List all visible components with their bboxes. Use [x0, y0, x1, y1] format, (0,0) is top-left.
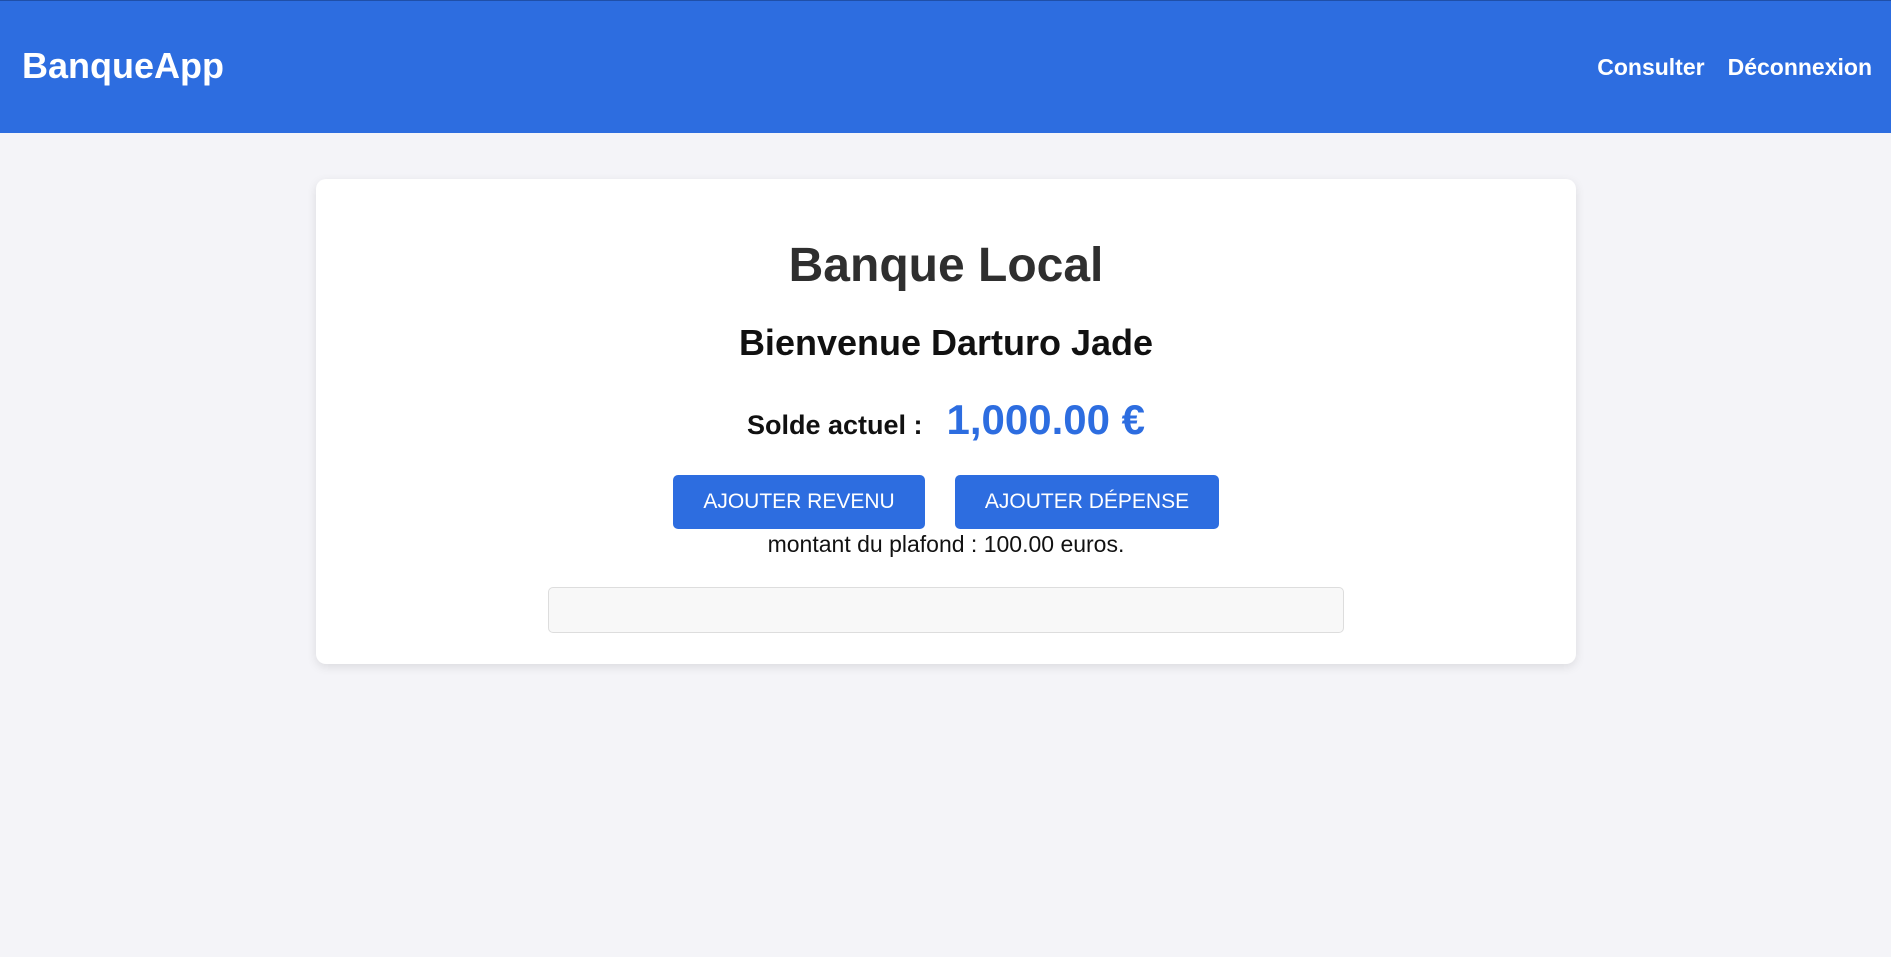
- brand-logo[interactable]: BanqueApp: [22, 45, 224, 87]
- nav-link-consulter[interactable]: Consulter: [1597, 53, 1704, 81]
- nav-link-deconnexion[interactable]: Déconnexion: [1728, 53, 1872, 81]
- balance-value: 1,000.00 €: [946, 396, 1146, 443]
- action-buttons: AJOUTER REVENU AJOUTER DÉPENSE: [316, 475, 1576, 529]
- add-revenue-button[interactable]: AJOUTER REVENU: [673, 475, 925, 529]
- account-card: Banque Local Bienvenue Darturo Jade Sold…: [316, 179, 1576, 664]
- balance-label: Solde actuel :: [746, 410, 923, 440]
- plafond-text: montant du plafond : 100.00 euros.: [767, 531, 1125, 557]
- balance-row: Solde actuel : 1,000.00 €: [316, 395, 1576, 445]
- nav-links: Consulter Déconnexion: [1597, 53, 1872, 81]
- navbar: BanqueApp Consulter Déconnexion: [0, 0, 1891, 133]
- welcome-heading: Bienvenue Darturo Jade: [738, 322, 1154, 363]
- add-expense-button[interactable]: AJOUTER DÉPENSE: [955, 475, 1219, 529]
- message-box: [548, 587, 1344, 633]
- page-title: Banque Local: [788, 239, 1104, 292]
